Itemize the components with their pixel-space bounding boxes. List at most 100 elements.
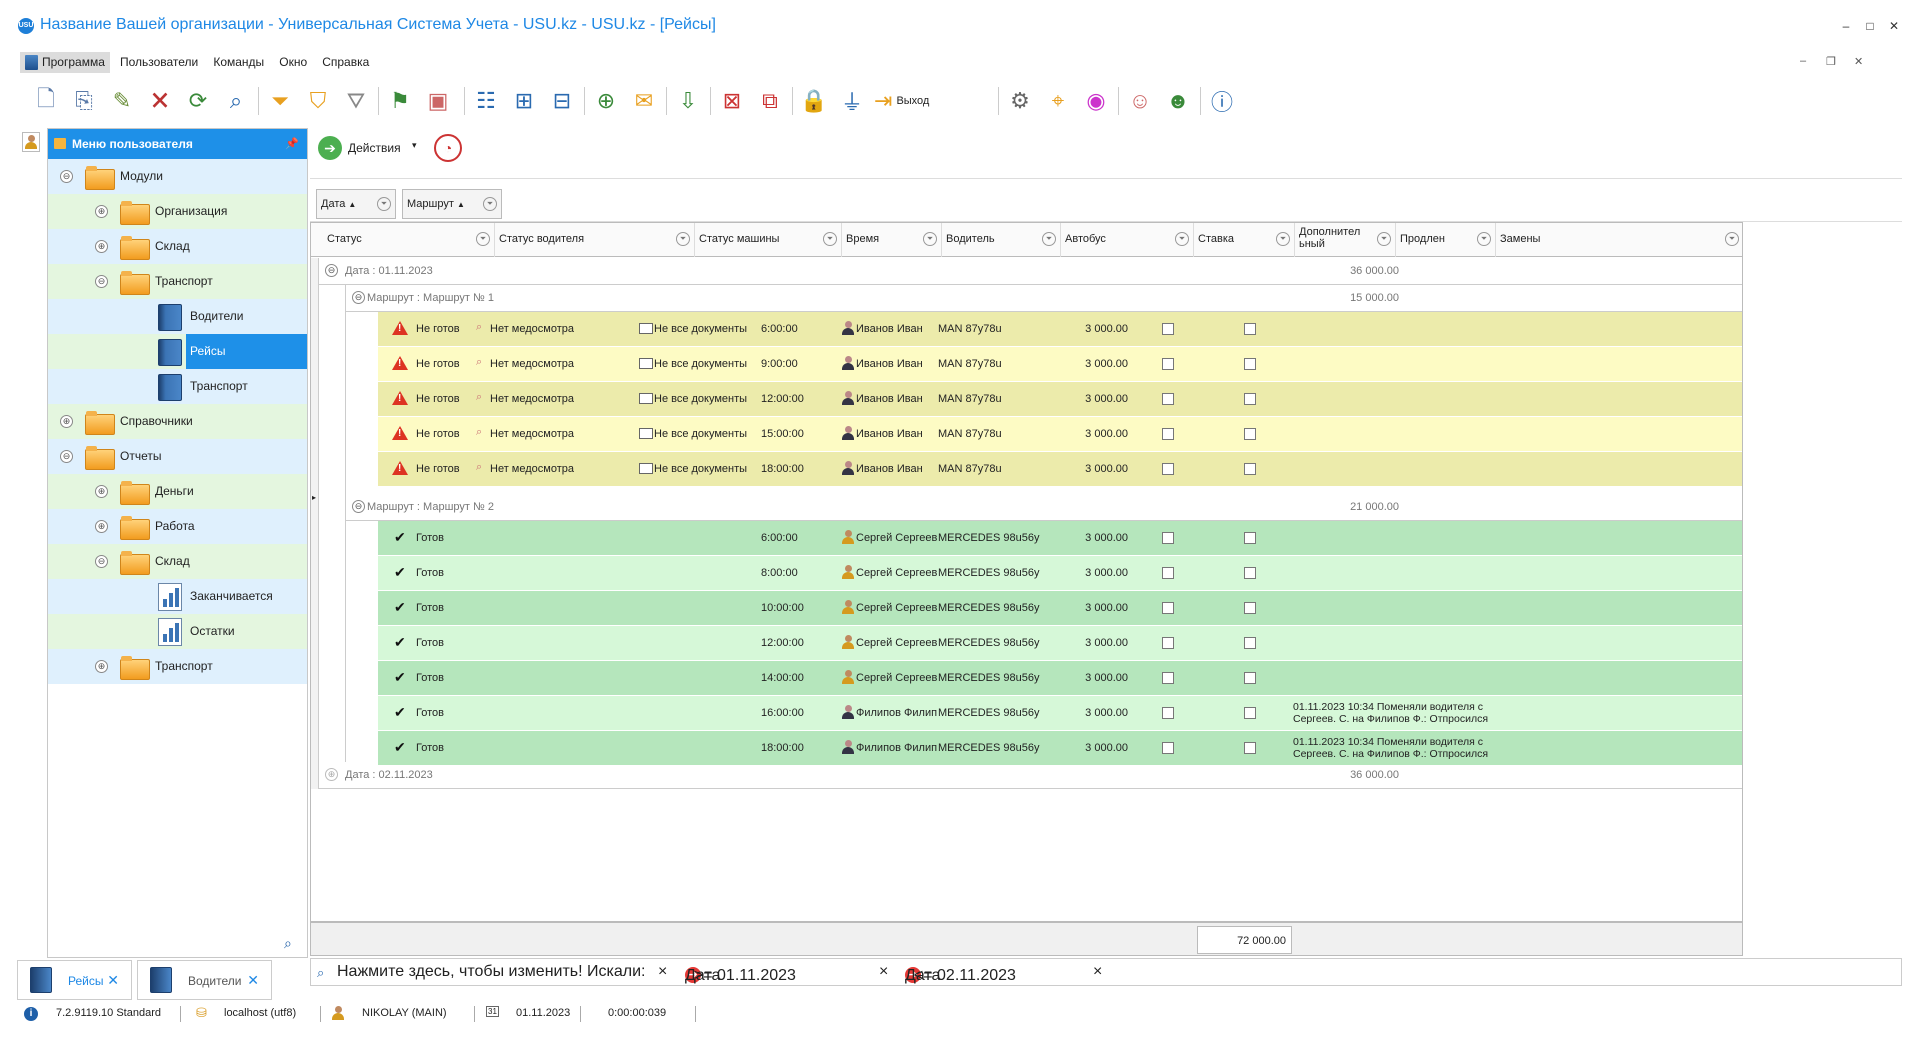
filter-icon[interactable]: ⏷ bbox=[476, 232, 490, 246]
tree-item-work[interactable]: ⊕ Работа bbox=[48, 509, 307, 544]
actions-button[interactable]: ➔ Действия ▾ bbox=[316, 134, 424, 162]
table-row[interactable]: Не готов ⌕ Нет медосмотра Не все документы 9… bbox=[378, 347, 1742, 382]
expander-icon[interactable]: ⊕ bbox=[95, 660, 108, 673]
expander-icon[interactable]: ⊖ bbox=[60, 450, 73, 463]
additional-checkbox[interactable] bbox=[1162, 672, 1174, 684]
table-row[interactable]: ✔ Готов 8:00:00 Сергей Сергеев MERCEDES 98u5… bbox=[378, 556, 1742, 591]
column-replacements[interactable]: Замены ⏷ bbox=[1496, 223, 1742, 257]
filter-icon[interactable]: ⏷ bbox=[483, 197, 497, 211]
tree-item-drivers[interactable]: Водители bbox=[48, 299, 307, 334]
add-row-icon[interactable]: ⊕ bbox=[590, 85, 622, 117]
tree-item-reports[interactable]: ⊖ Отчеты bbox=[48, 439, 307, 474]
group-field-date[interactable]: Дата ▲ ⏷ bbox=[316, 189, 396, 219]
menu-commands[interactable]: Команды bbox=[208, 52, 269, 72]
filter-icon[interactable]: ⏷ bbox=[923, 232, 937, 246]
column-driver[interactable]: Водитель ⏷ bbox=[942, 223, 1061, 257]
tree-item-trips[interactable]: Рейсы bbox=[48, 334, 307, 369]
filter-icon[interactable]: ⏷ bbox=[676, 232, 690, 246]
extended-checkbox[interactable] bbox=[1244, 532, 1256, 544]
column-time[interactable]: Время ⏷ bbox=[842, 223, 942, 257]
color-wheel-icon[interactable]: ◉ bbox=[1080, 85, 1112, 117]
lock-icon[interactable]: 🔒 bbox=[798, 85, 830, 117]
pin-icon[interactable]: 📌 bbox=[285, 129, 299, 159]
additional-checkbox[interactable] bbox=[1162, 358, 1174, 370]
users-icon[interactable]: ☻ bbox=[1162, 85, 1194, 117]
table-row[interactable]: Не готов ⌕ Нет медосмотра Не все документы 1… bbox=[378, 452, 1742, 487]
refresh-icon[interactable]: ⟳ bbox=[182, 85, 214, 117]
menu-search-icon[interactable]: ⌕ bbox=[284, 935, 292, 952]
plug-icon[interactable]: ⏚ bbox=[836, 85, 868, 117]
table-row[interactable]: ✔ Готов 6:00:00 Сергей Сергеев MERCEDES 98u5… bbox=[378, 521, 1742, 556]
group-row-date[interactable]: ⊕ Дата : 02.11.2023 36 000.00 bbox=[319, 762, 1742, 789]
tab-close-icon[interactable]: ✕ bbox=[247, 972, 259, 989]
tree-item-stock[interactable]: Остатки bbox=[48, 614, 307, 649]
tree-item-money[interactable]: ⊕ Деньги bbox=[48, 474, 307, 509]
column-extended[interactable]: Продлен ⏷ bbox=[1396, 223, 1496, 257]
menu-window[interactable]: Окно bbox=[274, 52, 312, 72]
close-button[interactable]: ✕ bbox=[1884, 16, 1904, 36]
additional-checkbox[interactable] bbox=[1162, 393, 1174, 405]
table-row[interactable]: Не готов ⌕ Нет медосмотра Не все документы 1… bbox=[378, 417, 1742, 452]
maximize-button[interactable]: □ bbox=[1860, 16, 1880, 36]
extended-checkbox[interactable] bbox=[1244, 393, 1256, 405]
additional-checkbox[interactable] bbox=[1162, 602, 1174, 614]
group-row-route[interactable]: ⊖ Маршрут : Маршрут № 1 15 000.00 bbox=[346, 285, 1742, 312]
copy-doc-icon[interactable]: ⎘ bbox=[68, 85, 100, 117]
mdi-close-button[interactable]: ✕ bbox=[1854, 55, 1863, 68]
additional-checkbox[interactable] bbox=[1162, 637, 1174, 649]
menu-users[interactable]: Пользователи bbox=[115, 52, 203, 72]
filter-edit-icon[interactable]: ⛉ bbox=[302, 85, 334, 117]
column-additional[interactable]: Дополнител ьный ⏷ bbox=[1295, 223, 1396, 257]
extended-checkbox[interactable] bbox=[1244, 567, 1256, 579]
additional-checkbox[interactable] bbox=[1162, 323, 1174, 335]
filter-icon[interactable]: ⏷ bbox=[1377, 232, 1391, 246]
tree-item-running-out[interactable]: Заканчивается bbox=[48, 579, 307, 614]
extended-checkbox[interactable] bbox=[1244, 637, 1256, 649]
table-row[interactable]: Не готов ⌕ Нет медосмотра Не все документы 1… bbox=[378, 382, 1742, 417]
filter-icon[interactable]: ⏷ bbox=[1276, 232, 1290, 246]
filter-icon[interactable]: ⏷ bbox=[1042, 232, 1056, 246]
collapse-icon[interactable]: ⊖ bbox=[352, 500, 365, 513]
tree-item-transport[interactable]: ⊖ Транспорт bbox=[48, 264, 307, 299]
flag-icon[interactable]: ⚑ bbox=[384, 85, 416, 117]
tree-item-references[interactable]: ⊕ Справочники bbox=[48, 404, 307, 439]
mdi-minimize-button[interactable]: – bbox=[1800, 55, 1806, 67]
menu-program[interactable]: Программа bbox=[20, 52, 110, 74]
delete-doc-icon[interactable]: 🗙 bbox=[144, 85, 176, 117]
expander-icon[interactable]: ⊕ bbox=[95, 240, 108, 253]
extended-checkbox[interactable] bbox=[1244, 707, 1256, 719]
group-field-route[interactable]: Маршрут ▲ ⏷ bbox=[402, 189, 502, 219]
tree-item-modules[interactable]: ⊖ Модули bbox=[48, 159, 307, 194]
tree-item-organization[interactable]: ⊕ Организация bbox=[48, 194, 307, 229]
filter-clear-icon[interactable]: ⛛ bbox=[340, 85, 372, 117]
filter-icon[interactable]: ⏷ bbox=[264, 85, 296, 117]
image-icon[interactable]: ▣ bbox=[422, 85, 454, 117]
collapse-icon[interactable]: ⊖ bbox=[352, 291, 365, 304]
expander-icon[interactable]: ⊕ bbox=[95, 205, 108, 218]
table-row[interactable]: ✔ Готов 14:00:00 Сергей Сергеев MERCEDES 98u… bbox=[378, 661, 1742, 696]
filter-icon[interactable]: ⏷ bbox=[823, 232, 837, 246]
extended-checkbox[interactable] bbox=[1244, 602, 1256, 614]
mdi-restore-button[interactable]: ❐ bbox=[1826, 55, 1836, 68]
info-icon[interactable]: ⓘ bbox=[1206, 85, 1238, 117]
filter-icon[interactable]: ⏷ bbox=[1175, 232, 1189, 246]
tree-expand-icon[interactable]: ☷ bbox=[470, 85, 502, 117]
location-icon[interactable]: ⌖ bbox=[1042, 85, 1074, 117]
tree-item-reports-transport[interactable]: ⊕ Транспорт bbox=[48, 649, 307, 684]
filter-icon[interactable]: ⏷ bbox=[377, 197, 391, 211]
tab-close-icon[interactable]: ✕ bbox=[107, 972, 119, 989]
extended-checkbox[interactable] bbox=[1244, 358, 1256, 370]
clock-icon[interactable]: ◔ bbox=[434, 134, 462, 162]
new-doc-icon[interactable]: 🗋 bbox=[30, 85, 62, 117]
user-panel-toggle[interactable] bbox=[22, 132, 40, 152]
table-row[interactable]: Не готов ⌕ Нет медосмотра Не все документы 6… bbox=[378, 312, 1742, 347]
additional-checkbox[interactable] bbox=[1162, 567, 1174, 579]
expander-icon[interactable]: ⊕ bbox=[60, 415, 73, 428]
extended-checkbox[interactable] bbox=[1244, 463, 1256, 475]
table-row[interactable]: ✔ Готов 12:00:00 Сергей Сергеев MERCEDES 98u… bbox=[378, 626, 1742, 661]
settings-icon[interactable]: ⚙ bbox=[1004, 85, 1036, 117]
tree-item-reports-warehouse[interactable]: ⊖ Склад bbox=[48, 544, 307, 579]
additional-checkbox[interactable] bbox=[1162, 742, 1174, 754]
expand-icon[interactable]: ⊕ bbox=[325, 768, 338, 781]
close-window-icon[interactable]: ⊠ bbox=[716, 85, 748, 117]
